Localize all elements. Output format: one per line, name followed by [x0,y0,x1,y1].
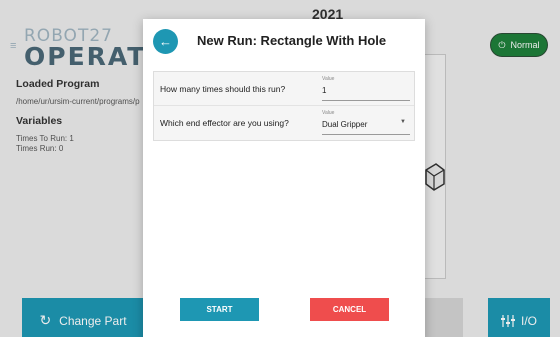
field-caption: Value [322,110,335,116]
times-to-run-input[interactable]: Value 1 [322,75,410,101]
field-value: Dual Gripper [322,120,368,129]
end-effector-select[interactable]: Value Dual Gripper ▼ [322,109,410,135]
times-to-run-row: How many times should this run? Value 1 [154,72,414,106]
field-value: 1 [322,86,327,95]
start-button[interactable]: START [180,298,259,321]
dialog-title: New Run: Rectangle With Hole [197,33,387,48]
back-button[interactable]: ← [153,29,178,54]
arrow-left-icon: ← [159,34,172,49]
run-settings-form: How many times should this run? Value 1 … [153,71,415,141]
end-effector-row: Which end effector are you using? Value … [154,106,414,140]
times-to-run-question: How many times should this run? [160,84,286,94]
dropdown-arrow-icon: ▼ [400,119,406,125]
field-caption: Value [322,76,335,82]
end-effector-question: Which end effector are you using? [160,118,289,128]
cancel-button[interactable]: CANCEL [310,298,389,321]
new-run-dialog: ← New Run: Rectangle With Hole How many … [143,19,425,337]
